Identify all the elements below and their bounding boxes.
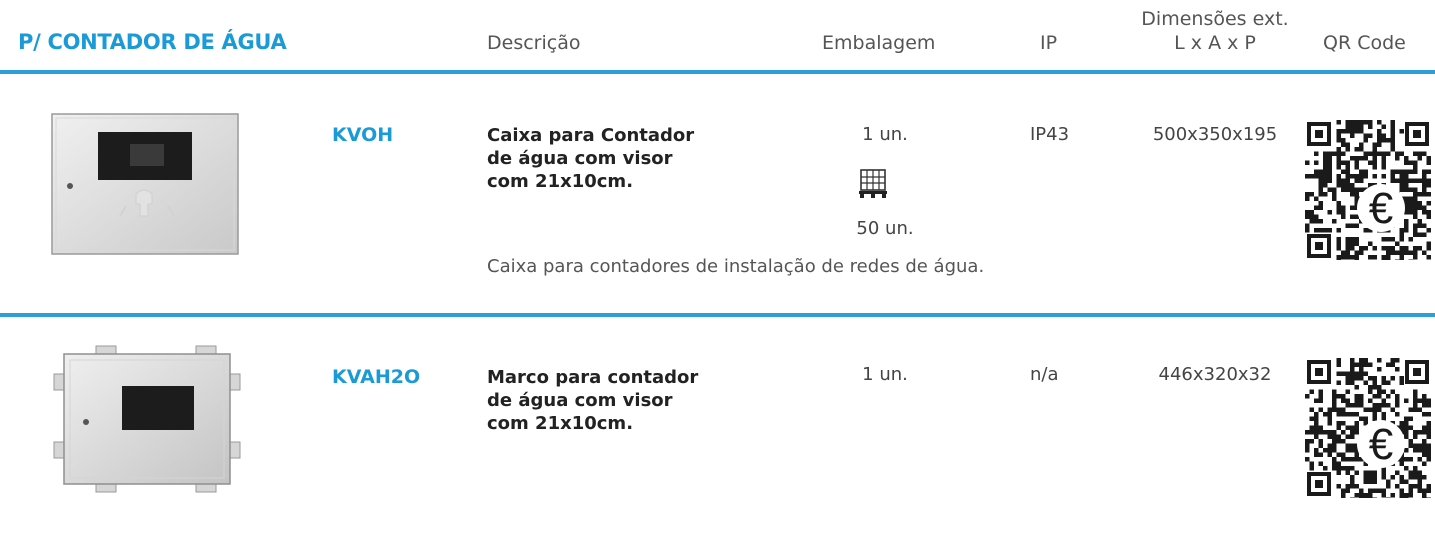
column-header-descricao: Descrição [487,32,581,54]
description-line: de água com visor [487,148,673,169]
dimensions-kvah2o: 446x320x32 [1158,364,1272,385]
column-header-dimensoes: Dimensões ext. L x A x P [1120,8,1310,54]
package-pallet-kvoh: 50 un. [856,218,914,239]
product-code-kvah2o: KVAH2O [332,366,421,388]
row-divider [0,313,1435,317]
svg-text:€: € [1369,420,1393,469]
dimensions-kvoh: 500x350x195 [1152,124,1278,145]
column-header-embalagem: Embalagem [822,32,936,54]
description-line: de água com visor [487,390,673,411]
column-header-ip: IP [1040,32,1058,54]
package-unit-kvah2o: 1 un. [862,364,908,385]
section-title: P/ CONTADOR DE ÁGUA [18,30,287,54]
product-note-kvoh: Caixa para contadores de instalação de r… [487,256,985,277]
description-line: com 21x10cm. [487,171,634,192]
column-header-qr-code: QR Code [1323,32,1406,54]
description-line: Marco para contador [487,367,699,388]
description-line: com 21x10cm. [487,413,634,434]
product-image-kvoh [48,110,244,264]
product-code-kvoh: KVOH [332,124,394,146]
ip-rating-kvah2o: n/a [1030,364,1059,385]
header-divider [0,70,1435,74]
column-header-dimensoes-line2: L x A x P [1174,32,1256,54]
qr-code-euro-icon: € [1305,358,1431,502]
svg-text:€: € [1369,184,1393,233]
ip-rating-kvoh: IP43 [1030,124,1070,145]
package-unit-kvoh: 1 un. [862,124,908,145]
product-image-kvah2o [52,342,242,506]
pallet-icon [858,168,888,204]
column-header-dimensoes-line1: Dimensões ext. [1141,8,1289,30]
product-description-kvoh: Caixa para Contador de água com visor co… [487,124,747,193]
product-description-kvah2o: Marco para contador de água com visor co… [487,366,747,435]
qr-code-euro-icon: € [1305,120,1431,264]
description-line: Caixa para Contador [487,125,695,146]
